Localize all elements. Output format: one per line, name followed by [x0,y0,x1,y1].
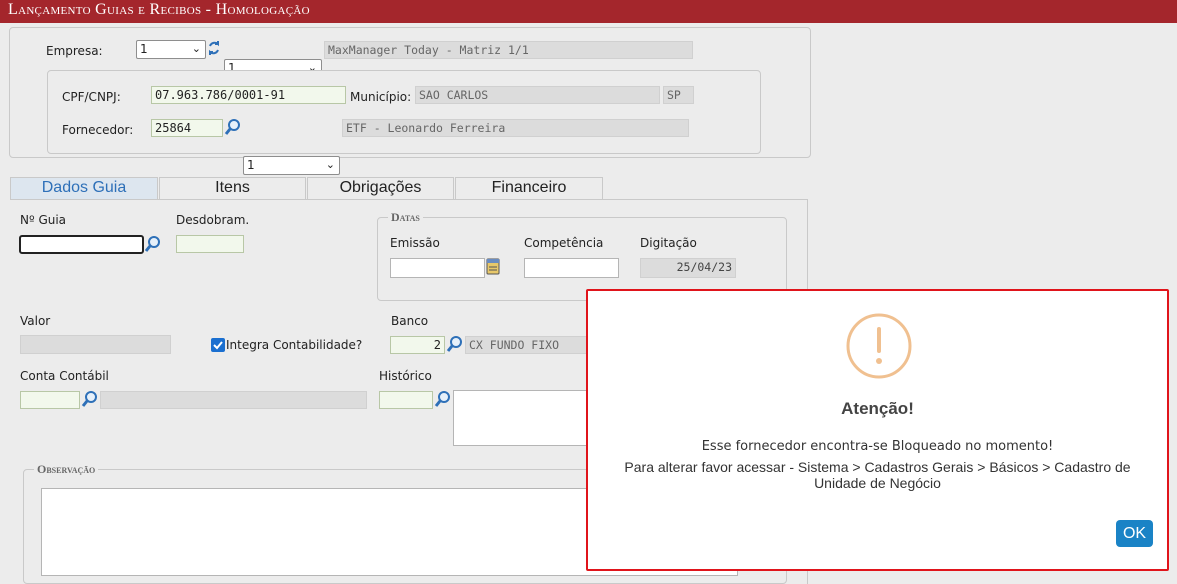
chevron-down-icon: ⌄ [325,158,335,171]
uf-field: SP [663,86,694,104]
fornecedor-select-value: 1 [247,158,255,172]
chevron-down-icon: ⌄ [191,42,201,55]
fornecedor-select[interactable]: 1 ⌄ [243,156,340,175]
competencia-label: Competência [524,236,604,250]
competencia-field[interactable] [524,258,619,278]
empresa-label: Empresa: [46,44,103,58]
emissao-label: Emissão [390,236,440,250]
datas-legend: Datas [388,210,423,225]
digitacao-label: Digitação [640,236,697,250]
empresa-select-value: 1 [140,42,148,56]
tab-financeiro[interactable]: Financeiro [455,177,603,200]
search-icon[interactable] [81,390,99,408]
valor-field [20,335,171,354]
empresa-name-field: MaxManager Today - Matriz 1/1 [324,41,693,59]
refresh-icon[interactable] [207,39,221,57]
alert-dialog: Atenção! Esse fornecedor encontra-se Blo… [586,289,1169,571]
digitacao-field: 25/04/23 [640,258,736,278]
fornecedor-label: Fornecedor: [62,123,134,137]
observacao-legend: Observação [34,462,99,477]
ok-button[interactable]: OK [1116,520,1153,547]
tab-underline [10,199,808,200]
warning-icon [846,313,912,379]
historico-label: Histórico [379,369,432,383]
fornecedor-code-field[interactable]: 25864 [151,119,223,137]
municipio-label: Município: [350,90,412,104]
page-title: Lançamento Guias e Recibos - Homologação [8,1,310,18]
calendar-icon[interactable] [486,257,500,275]
desdobram-label: Desdobram. [176,213,250,227]
conta-name-field [100,391,367,409]
cpf-label: CPF/CNPJ: [62,90,121,104]
dialog-title: Atenção! [841,399,914,418]
conta-code-field[interactable] [20,391,80,409]
municipio-field: SAO CARLOS [415,86,660,104]
desdobram-field[interactable] [176,235,244,253]
historico-textarea[interactable] [453,390,587,446]
search-icon[interactable] [446,335,464,353]
guia-field[interactable] [19,235,144,254]
tab-itens[interactable]: Itens [159,177,306,200]
search-icon[interactable] [144,235,162,253]
integra-label: Integra Contabilidade? [226,338,363,352]
search-icon[interactable] [224,118,242,136]
banco-label: Banco [391,314,429,328]
tab-dados-guia[interactable]: Dados Guia [10,177,158,200]
fornecedor-panel [47,70,761,154]
dialog-message-line1: Esse fornecedor encontra-se Bloqueado no… [701,439,1054,454]
conta-label: Conta Contábil [20,369,109,383]
empresa-select[interactable]: 1 ⌄ [136,40,206,59]
fornecedor-name-field: ETF - Leonardo Ferreira [342,119,689,137]
tab-obrigacoes[interactable]: Obrigações [307,177,454,200]
historico-code-field[interactable] [379,391,433,409]
app-title-bar: Lançamento Guias e Recibos - Homologação [0,0,1177,23]
valor-label: Valor [20,314,51,328]
search-icon[interactable] [434,390,452,408]
banco-name-field: CX FUNDO FIXO [465,336,587,354]
cpf-field[interactable]: 07.963.786/0001-91 [151,86,346,104]
dialog-message-line2: Para alterar favor acessar - Sistema > C… [624,459,1131,491]
guia-label: Nº Guia [20,213,67,227]
banco-code-field[interactable]: 2 [390,336,445,354]
checkbox-checked-icon[interactable] [211,338,225,352]
emissao-field[interactable] [390,258,485,278]
